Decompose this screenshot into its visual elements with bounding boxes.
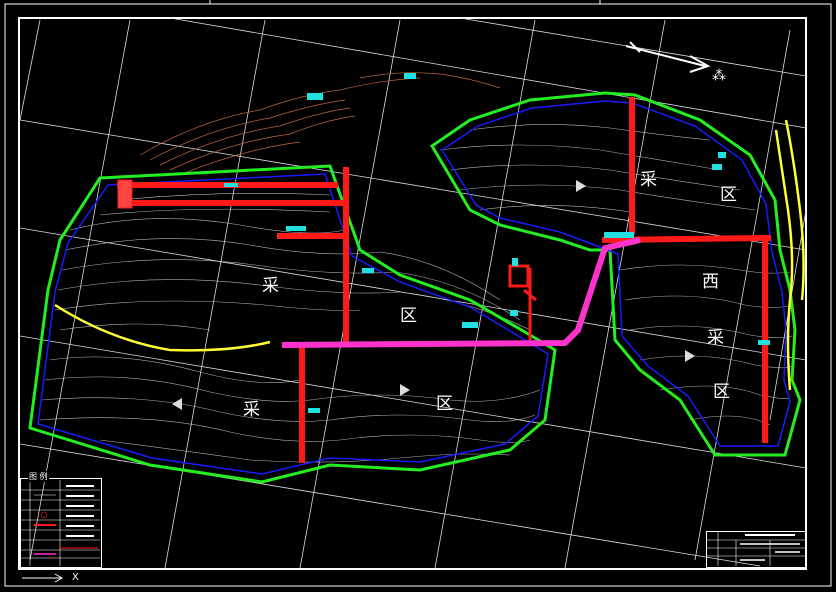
legend-title: 图 例	[28, 471, 49, 482]
topographic-hatching	[139, 72, 501, 176]
coordinate-grid	[19, 17, 807, 569]
zone-label-west-qu: 区	[713, 382, 730, 402]
yellow-boundary-lines	[54, 119, 805, 391]
compass-label: X	[72, 572, 79, 583]
zone-label-west-cai: 采	[707, 328, 724, 348]
zone-label-north-qu: 区	[400, 306, 417, 326]
central-shaft	[508, 264, 537, 340]
zone-label-south-qu: 区	[436, 394, 453, 414]
axis-arrow-icon	[22, 573, 64, 583]
flow-arrows	[172, 180, 695, 410]
svg-text:⁂: ⁂	[712, 68, 726, 84]
zone-label-east-qu: 区	[720, 185, 737, 205]
zone-label-east-cai: 采	[640, 170, 657, 190]
legend-box	[20, 478, 102, 568]
zone-label-west-xi: 西	[702, 272, 719, 292]
zone-label-south-cai: 采	[243, 400, 260, 420]
inner-boundaries	[37, 100, 791, 475]
title-block	[706, 531, 806, 568]
mine-plan-drawing: ⁂	[4, 0, 832, 587]
shaft-block	[117, 179, 133, 209]
zone-label-north-cai: 采	[262, 276, 279, 296]
